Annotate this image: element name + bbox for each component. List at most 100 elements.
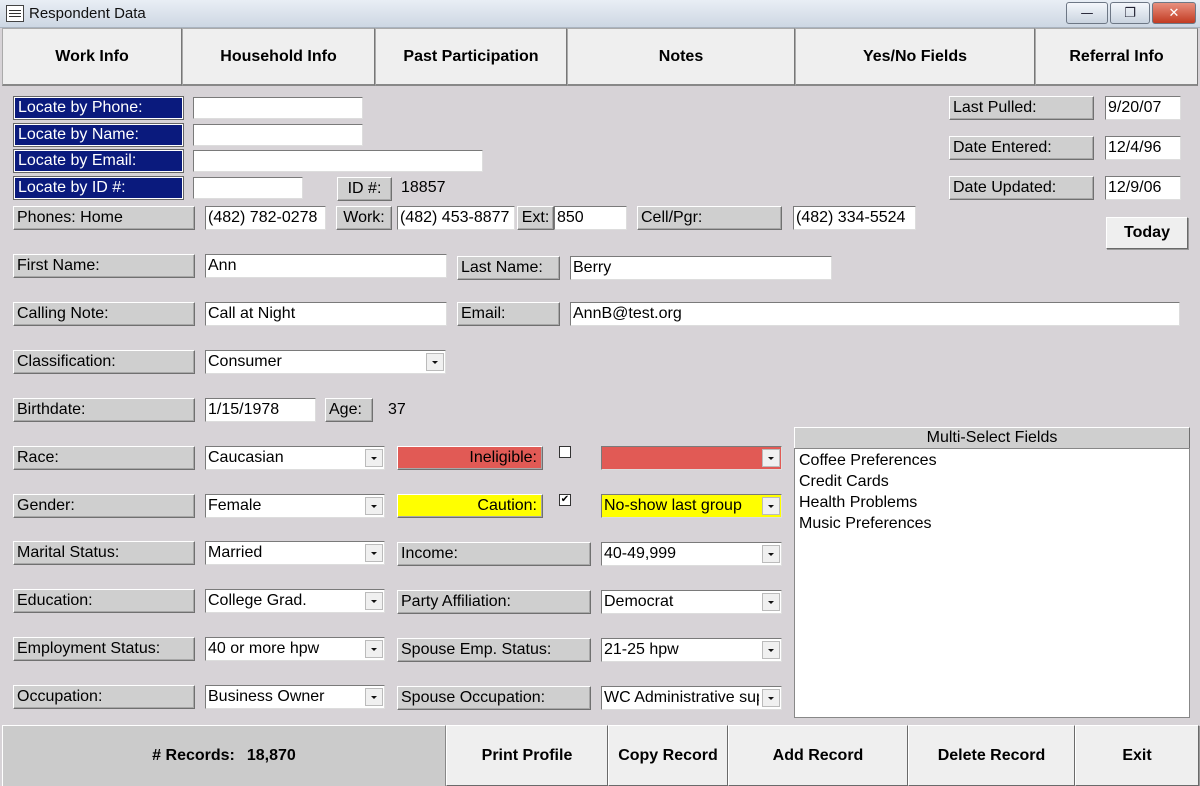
close-button[interactable]: ✕ xyxy=(1152,2,1196,24)
list-item[interactable]: Credit Cards xyxy=(799,471,1185,492)
caution-label: Caution: xyxy=(397,494,543,518)
locate-by-name-label: Locate by Name: xyxy=(13,123,184,147)
party-affiliation-value: Democrat xyxy=(604,593,674,610)
age-label: Age: xyxy=(325,398,373,422)
records-count: 18,870 xyxy=(246,747,296,764)
locate-by-phone-input[interactable] xyxy=(193,97,363,119)
chevron-down-icon[interactable] xyxy=(426,353,444,371)
occupation-select[interactable]: Business Owner xyxy=(205,685,385,709)
add-record-button[interactable]: Add Record xyxy=(728,725,908,786)
email-label: Email: xyxy=(457,302,560,326)
chevron-down-icon[interactable] xyxy=(762,689,780,707)
spouse-occupation-value: WC Administrative support xyxy=(604,689,759,706)
today-button[interactable]: Today xyxy=(1106,217,1188,249)
education-label: Education: xyxy=(13,589,195,613)
locate-by-id-input[interactable] xyxy=(193,177,303,199)
cell-pager-label: Cell/Pgr: xyxy=(637,206,782,230)
multi-select-list[interactable]: Coffee Preferences Credit Cards Health P… xyxy=(794,448,1190,718)
calling-note-label: Calling Note: xyxy=(13,302,195,326)
spouse-occupation-label: Spouse Occupation: xyxy=(397,686,591,710)
email-field[interactable]: AnnB@test.org xyxy=(570,302,1180,326)
chevron-down-icon[interactable] xyxy=(365,544,383,562)
tab-work-info[interactable]: Work Info xyxy=(2,28,182,86)
chevron-down-icon[interactable] xyxy=(762,497,780,515)
gender-select[interactable]: Female xyxy=(205,494,385,518)
window-title: Respondent Data xyxy=(29,5,146,22)
phones-home-label: Phones: Home xyxy=(13,206,195,230)
date-entered-field[interactable]: 12/4/96 xyxy=(1105,136,1181,160)
chevron-down-icon[interactable] xyxy=(365,592,383,610)
chevron-down-icon[interactable] xyxy=(762,593,780,611)
id-label: ID #: xyxy=(337,177,392,201)
work-phone-field[interactable]: (482) 453-8877 xyxy=(397,206,515,230)
locate-by-id-label: Locate by ID #: xyxy=(13,176,184,200)
chevron-down-icon[interactable] xyxy=(762,545,780,563)
race-label: Race: xyxy=(13,446,195,470)
tab-referral-info[interactable]: Referral Info xyxy=(1035,28,1198,86)
chevron-down-icon[interactable] xyxy=(762,641,780,659)
gender-value: Female xyxy=(208,497,262,514)
education-select[interactable]: College Grad. xyxy=(205,589,385,613)
maximize-button[interactable]: ❐ xyxy=(1110,2,1150,24)
title-bar xyxy=(0,0,1200,28)
date-updated-field[interactable]: 12/9/06 xyxy=(1105,176,1181,200)
locate-by-email-input[interactable] xyxy=(193,150,483,172)
last-name-label: Last Name: xyxy=(457,256,560,280)
work-phone-label: Work: xyxy=(336,206,392,230)
classification-label: Classification: xyxy=(13,350,195,374)
list-item[interactable]: Coffee Preferences xyxy=(799,450,1185,471)
classification-select[interactable]: Consumer xyxy=(205,350,446,374)
home-phone-field[interactable]: (482) 782-0278 xyxy=(205,206,326,230)
tab-past-participation[interactable]: Past Participation xyxy=(375,28,567,86)
caution-reason-select[interactable]: No-show last group xyxy=(601,494,782,518)
last-name-field[interactable]: Berry xyxy=(570,256,832,280)
locate-by-name-input[interactable] xyxy=(193,124,363,146)
chevron-down-icon[interactable] xyxy=(365,688,383,706)
race-value: Caucasian xyxy=(208,449,284,466)
tab-household-info[interactable]: Household Info xyxy=(182,28,375,86)
minimize-button[interactable]: — xyxy=(1066,2,1108,24)
ineligible-checkbox[interactable] xyxy=(559,446,571,458)
cell-phone-field[interactable]: (482) 334-5524 xyxy=(793,206,916,230)
chevron-down-icon[interactable] xyxy=(365,449,383,467)
delete-record-button[interactable]: Delete Record xyxy=(908,725,1075,786)
ext-field[interactable]: 850 xyxy=(554,206,627,230)
chevron-down-icon[interactable] xyxy=(365,640,383,658)
marital-status-select[interactable]: Married xyxy=(205,541,385,565)
employment-status-label: Employment Status: xyxy=(13,637,195,661)
spouse-emp-status-value: 21-25 hpw xyxy=(604,641,679,658)
ext-label: Ext: xyxy=(517,206,554,230)
caution-checkbox[interactable]: ✔ xyxy=(559,494,571,506)
date-entered-label: Date Entered: xyxy=(949,136,1094,160)
locate-by-email-label: Locate by Email: xyxy=(13,149,184,173)
calling-note-field[interactable]: Call at Night xyxy=(205,302,447,326)
list-item[interactable]: Music Preferences xyxy=(799,513,1185,534)
exit-button[interactable]: Exit xyxy=(1075,725,1199,786)
occupation-value: Business Owner xyxy=(208,688,325,705)
party-affiliation-select[interactable]: Democrat xyxy=(601,590,782,614)
print-profile-button[interactable]: Print Profile xyxy=(446,725,608,786)
race-select[interactable]: Caucasian xyxy=(205,446,385,470)
chevron-down-icon[interactable] xyxy=(762,449,780,467)
copy-record-button[interactable]: Copy Record xyxy=(608,725,728,786)
last-pulled-field[interactable]: 9/20/07 xyxy=(1105,96,1181,120)
marital-status-value: Married xyxy=(208,544,263,561)
list-item[interactable]: Health Problems xyxy=(799,492,1185,513)
first-name-label: First Name: xyxy=(13,254,195,278)
income-select[interactable]: 40-49,999 xyxy=(601,542,782,566)
chevron-down-icon[interactable] xyxy=(365,497,383,515)
first-name-field[interactable]: Ann xyxy=(205,254,447,278)
age-value: 37 xyxy=(388,401,406,418)
last-pulled-label: Last Pulled: xyxy=(949,96,1094,120)
employment-status-select[interactable]: 40 or more hpw xyxy=(205,637,385,661)
tab-yes-no-fields[interactable]: Yes/No Fields xyxy=(795,28,1035,86)
party-affiliation-label: Party Affiliation: xyxy=(397,590,591,614)
caution-reason-value: No-show last group xyxy=(604,497,742,514)
birthdate-field[interactable]: 1/15/1978 xyxy=(205,398,316,422)
ineligible-reason-select[interactable] xyxy=(601,446,782,470)
ineligible-label: Ineligible: xyxy=(397,446,543,470)
spouse-emp-status-select[interactable]: 21-25 hpw xyxy=(601,638,782,662)
app-icon xyxy=(6,5,24,22)
tab-notes[interactable]: Notes xyxy=(567,28,795,86)
spouse-occupation-select[interactable]: WC Administrative support xyxy=(601,686,782,710)
